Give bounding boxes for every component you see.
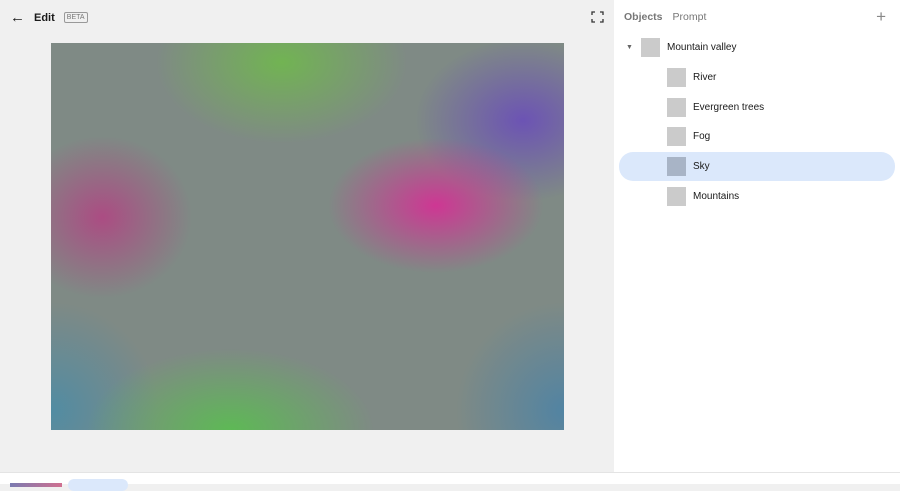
tree-item-selected[interactable]: Sky xyxy=(619,151,895,182)
collapse-caret-icon[interactable]: ▼ xyxy=(626,44,633,51)
thumbnail xyxy=(667,157,686,177)
page-title: Edit xyxy=(34,11,55,24)
thumbnail xyxy=(667,97,686,117)
bottom-bar xyxy=(0,472,900,491)
thumbnail xyxy=(667,127,686,147)
tree-item[interactable]: Evergreen trees xyxy=(619,92,895,122)
item-label: Mountain valley xyxy=(667,42,737,54)
thumbnail xyxy=(667,186,686,206)
item-label: Evergreen trees xyxy=(693,101,765,113)
tree-item-root[interactable]: ▼ Mountain valley xyxy=(619,33,895,63)
thumbnail xyxy=(641,38,660,58)
item-label: Sky xyxy=(693,161,710,173)
tree-item[interactable]: River xyxy=(619,63,895,93)
add-icon[interactable]: + xyxy=(876,7,886,27)
beta-badge: BETA xyxy=(63,12,88,23)
canvas-area: ← Edit BETA xyxy=(0,0,614,472)
back-arrow-icon[interactable]: ← xyxy=(10,9,25,26)
thumbnail xyxy=(667,68,686,88)
item-label: Fog xyxy=(693,131,711,143)
fullscreen-icon[interactable] xyxy=(591,11,604,23)
generated-image[interactable] xyxy=(51,43,564,430)
objects-panel: Objects Prompt + ▼ Mountain valley River… xyxy=(614,0,900,472)
tab-prompt[interactable]: Prompt xyxy=(673,11,707,23)
item-label: River xyxy=(693,72,717,84)
history-thumbnail-selected[interactable] xyxy=(68,479,128,491)
tree-item[interactable]: Mountains xyxy=(619,181,895,211)
tree-item[interactable]: Fog xyxy=(619,122,895,152)
tab-objects[interactable]: Objects xyxy=(624,11,663,23)
item-label: Mountains xyxy=(693,190,740,202)
